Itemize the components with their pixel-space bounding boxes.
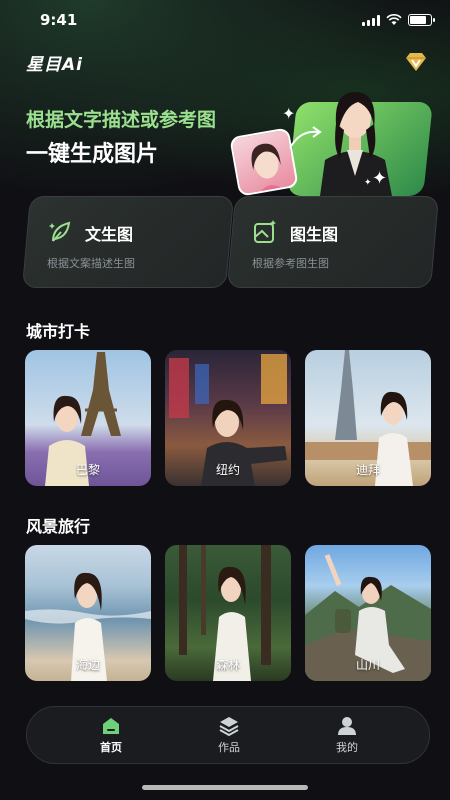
feature-title: 文生图	[85, 225, 134, 244]
feature-title: 图生图	[290, 225, 339, 244]
bottom-tab-bar: 首页 作品 我的	[26, 706, 430, 764]
tab-label: 我的	[336, 741, 358, 754]
tab-profile[interactable]: 我的	[317, 715, 377, 755]
photo-label: 森林	[215, 658, 240, 672]
wifi-icon	[386, 14, 402, 25]
photo-label: 纽约	[215, 463, 240, 477]
tab-works[interactable]: 作品	[199, 715, 259, 755]
photo-card-new-york[interactable]: 纽约	[165, 350, 291, 486]
home-icon	[103, 718, 119, 734]
tab-home[interactable]: 首页	[81, 715, 141, 755]
photo-card-paris[interactable]: 巴黎	[25, 350, 151, 486]
photo-card-dubai[interactable]: 迪拜	[305, 350, 431, 486]
sparkle-icon: ✦	[364, 178, 372, 188]
signal-icon	[362, 14, 380, 26]
section-title-city: 城市打卡	[26, 322, 91, 341]
sparkle-icon: ✦	[372, 168, 388, 189]
section-title-scenery: 风景旅行	[26, 517, 91, 536]
tab-label: 首页	[100, 741, 122, 754]
image-to-image-card[interactable]: 图生图 根据参考图生图	[226, 196, 440, 288]
photo-label: 巴黎	[75, 463, 100, 477]
user-icon	[338, 717, 356, 735]
photo-label: 海边	[75, 658, 100, 672]
hero-title-line2: 一键生成图片	[26, 142, 159, 167]
leaf-pen-icon	[49, 221, 71, 242]
arrow-icon	[289, 126, 322, 149]
text-to-image-card[interactable]: 文生图 根据文案描述生图	[21, 196, 235, 288]
photo-label: 迪拜	[355, 463, 380, 477]
status-time: 9:41	[40, 11, 78, 29]
feature-subtitle: 根据参考图生图	[252, 257, 329, 270]
photo-label: 山川	[355, 658, 380, 672]
battery-icon	[408, 14, 435, 26]
feature-subtitle: 根据文案描述生图	[47, 257, 135, 270]
image-sparkle-icon	[254, 220, 276, 243]
diamond-v-icon[interactable]	[404, 52, 428, 72]
home-indicator	[142, 785, 308, 790]
status-bar: 9:41	[0, 0, 450, 44]
photo-card-forest[interactable]: 森林	[165, 545, 291, 681]
app-logo: 星目Ai	[26, 55, 83, 75]
tab-label: 作品	[218, 741, 240, 754]
battery-level	[410, 16, 426, 24]
photo-card-seaside[interactable]: 海边	[25, 545, 151, 681]
sparkle-icon: ✦	[282, 104, 296, 123]
status-icons	[362, 14, 435, 26]
photo-card-mountains[interactable]: 山川	[305, 545, 431, 681]
hero-title-line1: 根据文字描述或参考图	[26, 109, 217, 131]
layers-icon	[219, 717, 239, 737]
